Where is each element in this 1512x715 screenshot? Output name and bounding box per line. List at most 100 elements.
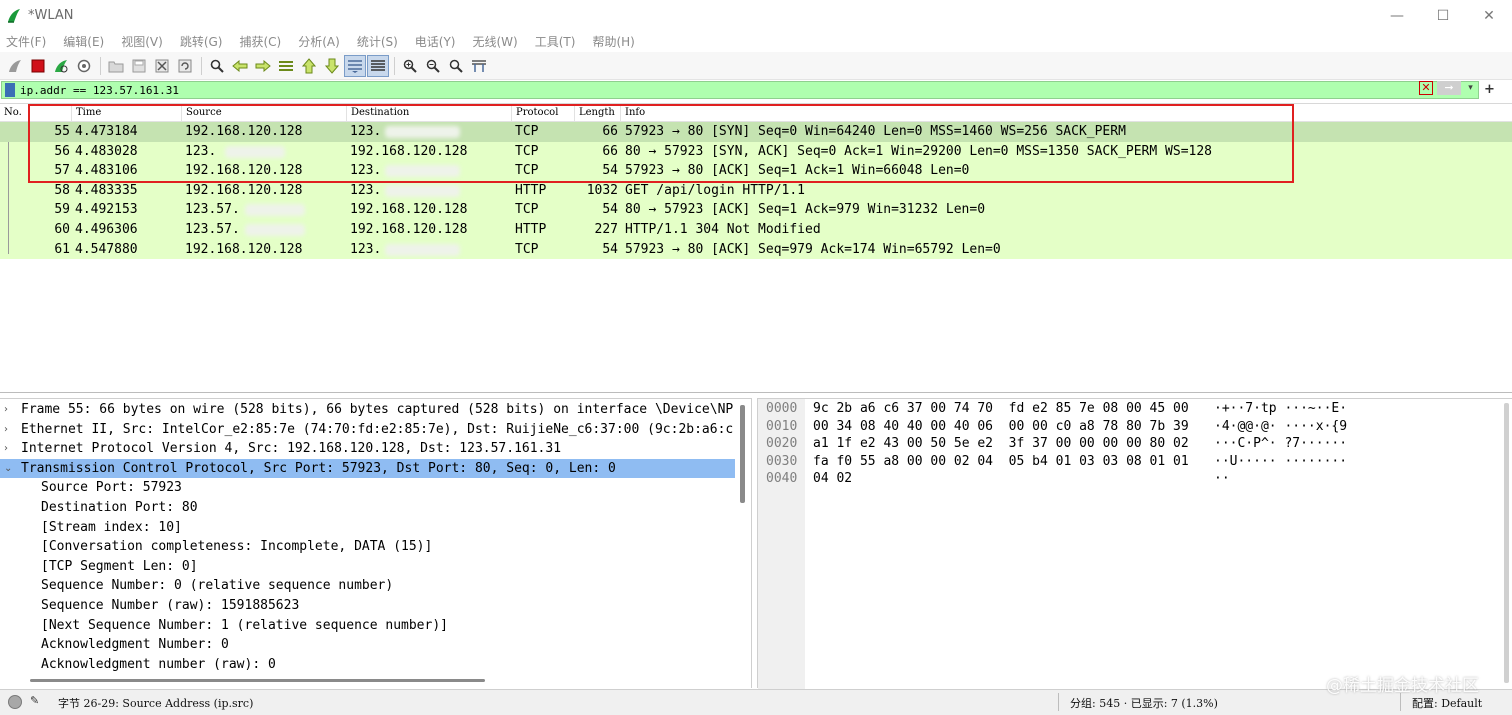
menu-analyze[interactable]: 分析(A) [298, 33, 340, 50]
shark-fin-icon[interactable] [4, 55, 26, 77]
column-header-length[interactable]: Length [574, 104, 620, 122]
stop-capture-icon[interactable] [27, 55, 49, 77]
menu-go[interactable]: 跳转(G) [180, 33, 223, 50]
packet-row[interactable]: 57 4.483106 192.168.120.128 123. TCP 54 57923 … [0, 161, 1512, 181]
packet-row[interactable]: 55 4.473184 192.168.120.128 123. TCP 66 57923 … [0, 122, 1512, 142]
detail-tree-row[interactable]: Source Port: 57923 [0, 478, 735, 498]
detail-tree-row[interactable]: [Stream index: 10] [0, 518, 735, 538]
detail-tree-row[interactable]: › Ethernet II, Src: IntelCor_e2:85:7e (74… [0, 420, 735, 440]
find-packet-icon[interactable] [206, 55, 228, 77]
auto-scroll-icon[interactable] [344, 54, 366, 77]
details-horizontal-scrollbar[interactable] [30, 679, 485, 682]
detail-tree-row[interactable]: › Frame 55: 66 bytes on wire (528 bits), … [0, 400, 735, 420]
hex-ascii[interactable]: ·· [1214, 470, 1230, 488]
details-vertical-scrollbar[interactable] [740, 405, 745, 503]
column-header-destination[interactable]: Destination [346, 104, 511, 122]
zoom-out-icon[interactable] [422, 55, 444, 77]
detail-tree-row[interactable]: [Next Sequence Number: 1 (relative seque… [0, 616, 735, 636]
menu-wireless[interactable]: 无线(W) [473, 33, 518, 50]
hex-ascii[interactable]: ·+··7·tp ···~··E· [1214, 400, 1347, 418]
go-back-icon[interactable] [229, 55, 251, 77]
hex-bytes[interactable]: a1 1f e2 43 00 50 5e e2 3f 37 00 00 00 0… [813, 435, 1189, 453]
capture-comment-icon[interactable]: ✎ [30, 694, 44, 708]
detail-tree-row[interactable]: [Conversation completeness: Incomplete, … [0, 537, 735, 557]
detail-tree-row[interactable]: › Internet Protocol Version 4, Src: 192.1… [0, 439, 735, 459]
minimize-button[interactable]: — [1374, 0, 1420, 31]
detail-tree-row[interactable]: [TCP Segment Len: 0] [0, 557, 735, 577]
open-file-icon[interactable] [105, 55, 127, 77]
hex-ascii[interactable]: ··U····· ········ [1214, 453, 1347, 471]
status-bar: ✎ 字节 26-29: Source Address (ip.src) 分组: … [0, 689, 1512, 715]
detail-tree-row[interactable]: Acknowledgment number (raw): 0 [0, 655, 735, 675]
cell-time: 4.473184 [75, 124, 138, 139]
bytes-vertical-scrollbar[interactable] [1504, 403, 1509, 683]
column-header-source[interactable]: Source [181, 104, 346, 122]
expand-arrow-icon[interactable]: › [4, 420, 8, 440]
menu-tools[interactable]: 工具(T) [535, 33, 576, 50]
clear-filter-icon[interactable]: ✕ [1419, 81, 1433, 95]
packet-row[interactable]: 56 4.483028 123. 192.168.120.128 TCP 66 80 → 5… [0, 141, 1512, 162]
apply-filter-arrow-icon[interactable]: ➞ [1437, 81, 1461, 95]
hex-ascii[interactable]: ···C·P^· ?7······ [1214, 435, 1347, 453]
menu-file[interactable]: 文件(F) [6, 33, 46, 50]
menu-capture[interactable]: 捕获(C) [239, 33, 281, 50]
packet-row[interactable]: 60 4.496306 123.57. 192.168.120.128 HTTP 227 H… [0, 220, 1512, 240]
cell-time: 4.483106 [75, 163, 138, 179]
column-header-info[interactable]: Info [620, 104, 1512, 122]
zoom-in-icon[interactable] [399, 55, 421, 77]
close-window-button[interactable]: ✕ [1466, 0, 1512, 31]
detail-tree-row[interactable]: ⌄ Transmission Control Protocol, Src Port… [0, 458, 735, 479]
expand-arrow-icon[interactable]: › [4, 439, 8, 459]
go-last-icon[interactable] [321, 55, 343, 77]
cell-no: 55 [54, 124, 70, 139]
save-file-icon[interactable] [128, 55, 150, 77]
menu-bar: 文件(F) 编辑(E) 视图(V) 跳转(G) 捕获(C) 分析(A) 统计(S… [0, 31, 1512, 52]
restart-capture-icon[interactable] [50, 55, 72, 77]
capture-options-icon[interactable] [73, 55, 95, 77]
menu-view[interactable]: 视图(V) [121, 33, 163, 50]
bookmark-icon[interactable] [5, 83, 15, 97]
menu-edit[interactable]: 编辑(E) [63, 33, 104, 50]
detail-tree-label: Sequence Number: 0 (relative sequence nu… [41, 578, 394, 594]
column-header-no[interactable]: No. [0, 104, 30, 122]
packet-row[interactable]: 59 4.492153 123.57. 192.168.120.128 TCP 54 80 … [0, 200, 1512, 220]
column-header-protocol[interactable]: Protocol [511, 104, 574, 122]
detail-tree-label: Internet Protocol Version 4, Src: 192.16… [21, 441, 562, 457]
menu-telephony[interactable]: 电话(Y) [415, 33, 456, 50]
hex-bytes[interactable]: 9c 2b a6 c6 37 00 74 70 fd e2 85 7e 08 0… [813, 400, 1189, 418]
maximize-button[interactable]: ☐ [1420, 0, 1466, 31]
detail-tree-row[interactable]: Sequence Number: 0 (relative sequence nu… [0, 576, 735, 596]
hex-ascii[interactable]: ·4·@@·@· ····x·{9 [1214, 418, 1347, 436]
expand-arrow-icon[interactable]: › [4, 400, 8, 420]
go-forward-icon[interactable] [252, 55, 274, 77]
normal-size-icon[interactable] [445, 55, 467, 77]
detail-tree-label: Destination Port: 80 [41, 500, 198, 515]
colorize-icon[interactable] [367, 54, 389, 77]
expert-info-icon[interactable] [8, 695, 22, 709]
reload-file-icon[interactable] [174, 55, 196, 77]
profile-text[interactable]: 配置: Default [1412, 695, 1482, 711]
hex-bytes[interactable]: fa f0 55 a8 00 00 02 04 05 b4 01 03 03 0… [813, 453, 1189, 471]
resize-columns-icon[interactable] [468, 55, 490, 77]
detail-tree-label: [Conversation completeness: Incomplete, … [41, 539, 433, 555]
collapse-arrow-icon[interactable]: ⌄ [4, 459, 12, 479]
filter-history-dropdown-icon[interactable]: ▾ [1465, 81, 1476, 95]
detail-tree-row[interactable]: Sequence Number (raw): 1591885623 [0, 596, 735, 616]
display-filter-input[interactable] [20, 82, 1400, 98]
detail-tree-row[interactable]: Acknowledgment Number: 0 [0, 635, 735, 655]
cell-protocol: TCP [515, 202, 539, 218]
column-header-time[interactable]: Time [71, 104, 181, 122]
hex-bytes[interactable]: 04 02 [813, 470, 852, 488]
hex-bytes[interactable]: 00 34 08 40 40 00 40 06 00 00 c0 a8 78 8… [813, 418, 1189, 436]
close-file-icon[interactable] [151, 55, 173, 77]
go-first-icon[interactable] [298, 55, 320, 77]
menu-statistics[interactable]: 统计(S) [357, 33, 398, 50]
cell-info: 80 → 57923 [SYN, ACK] Seq=0 Ack=1 Win=29… [625, 143, 1212, 159]
packet-row[interactable]: 61 4.547880 192.168.120.128 123. TCP 54 57923 … [0, 239, 1512, 260]
cell-no: 57 [54, 163, 70, 179]
add-filter-button[interactable]: + [1484, 82, 1495, 97]
go-to-packet-icon[interactable] [275, 55, 297, 77]
menu-help[interactable]: 帮助(H) [592, 33, 634, 50]
detail-tree-row[interactable]: Destination Port: 80 [0, 498, 735, 518]
packet-row[interactable]: 58 4.483335 192.168.120.128 123. HTTP 1032 GET… [0, 180, 1512, 201]
